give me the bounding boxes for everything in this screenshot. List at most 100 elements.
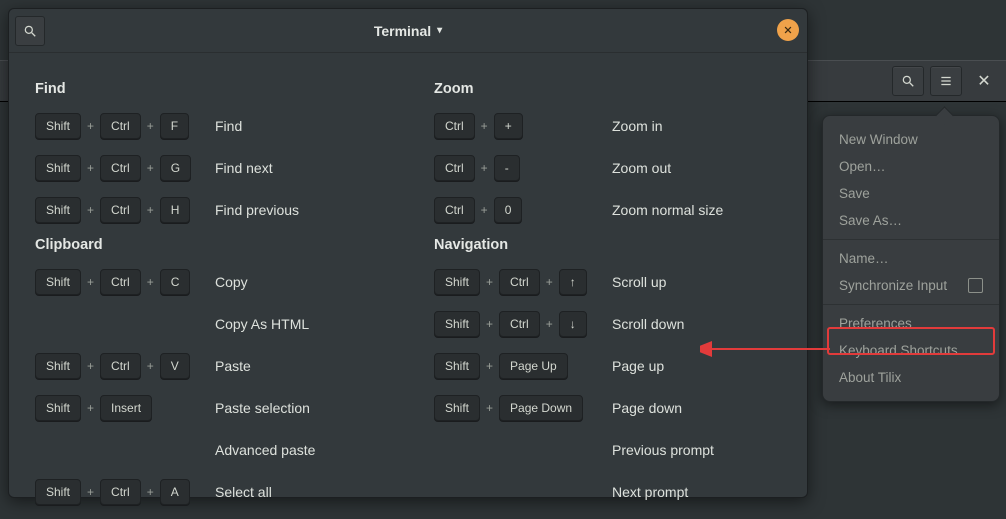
shortcut-description: Copy xyxy=(215,274,248,290)
shortcut-row: Ctrl +0 Zoom normal size xyxy=(434,195,787,225)
shortcut-row: Shift+Ctrl+VPaste xyxy=(35,351,388,381)
key-cap: Ctrl xyxy=(100,479,141,505)
menu-item[interactable]: Keyboard Shortcuts xyxy=(823,337,999,364)
key-cap: F xyxy=(160,113,189,139)
key-cap: ↑ xyxy=(559,269,587,295)
key-cap: Page Up xyxy=(499,353,568,379)
shortcut-description: Advanced paste xyxy=(215,442,315,458)
menu-item-label: Open… xyxy=(839,159,886,174)
key-cap: 0 xyxy=(494,197,523,223)
key-cap: Ctrl xyxy=(434,197,475,223)
key-cap: Shift xyxy=(35,113,81,139)
menu-item-label: Preferences xyxy=(839,316,912,331)
key-cap: Ctrl xyxy=(434,155,475,181)
menu-separator xyxy=(823,304,999,305)
menu-item-label: Save As… xyxy=(839,213,902,228)
dialog-search-button[interactable] xyxy=(15,16,45,46)
key-cap: Shift xyxy=(434,311,480,337)
key-cap: Shift xyxy=(434,269,480,295)
key-plus: + xyxy=(486,317,493,331)
shortcuts-column-right: ZoomCtrl++Zoom inCtrl+-Zoom outCtrl+0Zoo… xyxy=(408,71,807,519)
shortcut-description: Next prompt xyxy=(612,484,688,500)
key-plus: + xyxy=(546,275,553,289)
shortcut-description: Scroll down xyxy=(612,316,684,332)
shortcut-description: Page down xyxy=(612,400,682,416)
shortcut-description: Select all xyxy=(215,484,272,500)
shortcut-row: Ctrl+-Zoom out xyxy=(434,153,787,183)
shortcut-description: Find xyxy=(215,118,242,134)
shortcut-row: Ctrl++Zoom in xyxy=(434,111,787,141)
key-plus: + xyxy=(87,359,94,373)
shortcut-description: Page up xyxy=(612,358,664,374)
dialog-close-button[interactable] xyxy=(777,19,799,41)
key-cap: H xyxy=(160,197,191,223)
shortcut-description: Paste selection xyxy=(215,400,310,416)
key-cap: Ctrl xyxy=(499,269,540,295)
shortcut-row: Shift+Ctrl+CCopy xyxy=(35,267,388,297)
shortcut-description: Copy As HTML xyxy=(215,316,309,332)
menu-item-label: New Window xyxy=(839,132,918,147)
menu-item[interactable]: Synchronize Input xyxy=(823,272,999,299)
shortcuts-column-left: FindShift+Ctrl+FFindShift+Ctrl+GFind nex… xyxy=(9,71,408,519)
key-cap: Shift xyxy=(35,269,81,295)
key-cap: Ctrl xyxy=(100,269,141,295)
key-plus: + xyxy=(481,161,488,175)
shortcut-description: Zoom normal size xyxy=(612,202,723,218)
shortcut-row: Copy As HTML xyxy=(35,309,388,339)
key-cap: Ctrl xyxy=(434,113,475,139)
key-plus: + xyxy=(147,359,154,373)
key-cap: C xyxy=(160,269,191,295)
key-cap: Page Down xyxy=(499,395,583,421)
section-title: Navigation xyxy=(434,237,787,253)
key-cap: Shift xyxy=(434,353,480,379)
key-cap: - xyxy=(494,155,520,181)
menu-item-label: Synchronize Input xyxy=(839,278,947,293)
dialog-body: FindShift+Ctrl+FFindShift+Ctrl+GFind nex… xyxy=(9,53,807,519)
header-search-button[interactable] xyxy=(892,66,924,96)
key-plus: + xyxy=(87,401,94,415)
menu-item[interactable]: New Window xyxy=(823,126,999,153)
key-cap: V xyxy=(160,353,190,379)
menu-item-label: Save xyxy=(839,186,870,201)
key-cap: A xyxy=(160,479,190,505)
menu-item[interactable]: About Tilix xyxy=(823,364,999,391)
menu-item[interactable]: Save As… xyxy=(823,207,999,234)
shortcut-row: Shift+Ctrl+FFind xyxy=(35,111,388,141)
key-cap: Ctrl xyxy=(100,197,141,223)
shortcut-row: Advanced paste xyxy=(35,435,388,465)
menu-item[interactable]: Preferences xyxy=(823,310,999,337)
key-plus: + xyxy=(147,161,154,175)
shortcut-description: Zoom in xyxy=(612,118,663,134)
key-cap: + xyxy=(494,113,523,139)
key-plus: + xyxy=(147,485,154,499)
menu-separator xyxy=(823,239,999,240)
key-cap: Shift xyxy=(35,353,81,379)
shortcut-description: Scroll up xyxy=(612,274,666,290)
key-cap: Shift xyxy=(35,479,81,505)
window-close-button[interactable]: ✕ xyxy=(968,66,1000,96)
shortcut-row: Shift+InsertPaste selection xyxy=(35,393,388,423)
key-plus: + xyxy=(87,119,94,133)
shortcut-description: Previous prompt xyxy=(612,442,714,458)
shortcut-description: Paste xyxy=(215,358,251,374)
key-cap: Shift xyxy=(35,197,81,223)
shortcut-row: Shift+Ctrl+↑Scroll up xyxy=(434,267,787,297)
section-title: Clipboard xyxy=(35,237,388,253)
key-cap: Insert xyxy=(100,395,152,421)
menu-checkbox[interactable] xyxy=(968,278,983,293)
key-plus: + xyxy=(546,317,553,331)
chevron-down-icon: ▾ xyxy=(437,25,442,36)
key-plus: + xyxy=(481,203,488,217)
menu-item[interactable]: Open… xyxy=(823,153,999,180)
dialog-title-dropdown[interactable]: Terminal ▾ xyxy=(374,23,442,39)
shortcut-description: Find previous xyxy=(215,202,299,218)
shortcut-row: Shift+Ctrl+↓Scroll down xyxy=(434,309,787,339)
shortcut-row: Shift+Page DownPage down xyxy=(434,393,787,423)
menu-item[interactable]: Name… xyxy=(823,245,999,272)
dialog-title-text: Terminal xyxy=(374,23,431,39)
hamburger-menu-button[interactable] xyxy=(930,66,962,96)
key-plus: + xyxy=(87,203,94,217)
menu-item[interactable]: Save xyxy=(823,180,999,207)
menu-item-label: About Tilix xyxy=(839,370,901,385)
key-plus: + xyxy=(147,275,154,289)
